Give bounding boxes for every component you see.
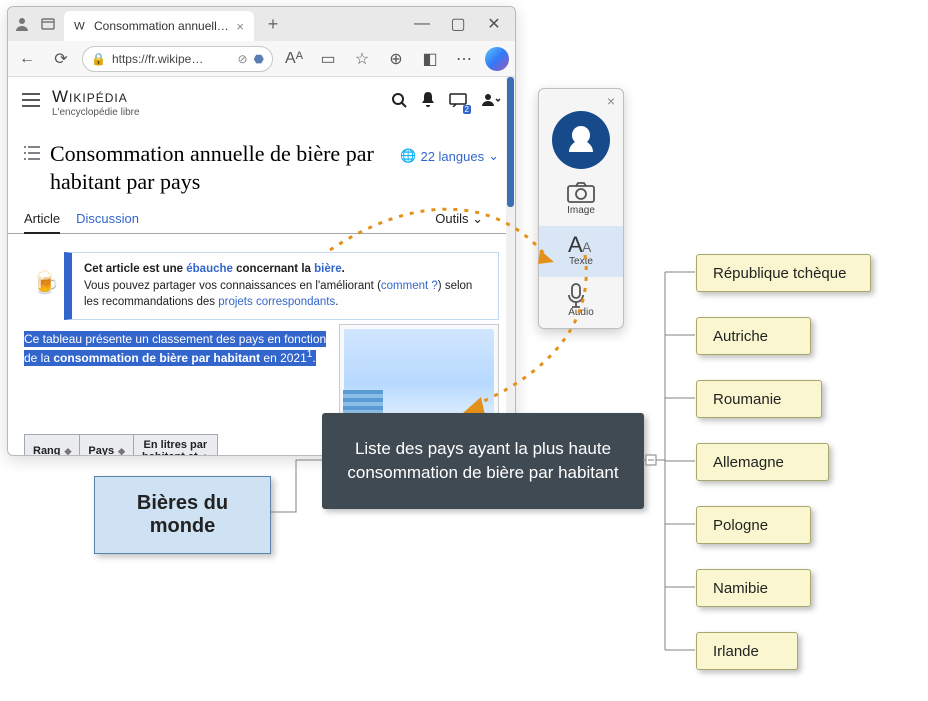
mindmap-leaf[interactable]: Namibie bbox=[696, 569, 811, 607]
address-bar[interactable]: 🔒 https://fr.wikipe… ⊘ ⬣ bbox=[82, 46, 273, 72]
window-controls: — ▢ ✕ bbox=[405, 12, 511, 36]
search-icon[interactable] bbox=[391, 92, 407, 113]
title-row: Consommation annuelle de bière par habit… bbox=[8, 124, 515, 199]
camera-icon bbox=[566, 181, 596, 203]
lock-icon: 🔒 bbox=[91, 52, 106, 66]
browser-tab[interactable]: W Consommation annuelle de bièr… × bbox=[64, 11, 254, 41]
user-menu-icon[interactable] bbox=[481, 93, 501, 112]
panel-avatar bbox=[552, 111, 610, 169]
tab-favicon-icon: W bbox=[74, 19, 88, 33]
capture-text-label: Texte bbox=[569, 256, 593, 267]
new-tab-button[interactable]: + bbox=[260, 14, 286, 35]
microphone-icon bbox=[566, 283, 596, 305]
wiki-actions: 2 bbox=[391, 92, 501, 113]
mindmap-center[interactable]: Liste des pays ayant la plus haute conso… bbox=[322, 413, 644, 509]
shopping-icon[interactable]: ⬣ bbox=[254, 52, 264, 66]
mindmap-leaf[interactable]: Irlande bbox=[696, 632, 798, 670]
connector-root-center bbox=[270, 460, 324, 515]
capture-image-label: Image bbox=[567, 205, 595, 216]
mindmap-leaf[interactable]: Pologne bbox=[696, 506, 811, 544]
th-rank[interactable]: Rang◆ bbox=[25, 435, 80, 456]
link-ebauche[interactable]: ébauche bbox=[186, 263, 233, 275]
mindmap-leaf[interactable]: Roumanie bbox=[696, 380, 822, 418]
selected-text: Ce tableau présente un classement des pa… bbox=[24, 331, 326, 366]
capture-audio-label: Audio bbox=[568, 307, 594, 318]
toc-icon[interactable] bbox=[24, 146, 40, 165]
chevron-down-icon: ⌄ bbox=[488, 148, 499, 164]
th-liters[interactable]: En litres parhabitant et◆ bbox=[134, 435, 218, 456]
map-thumbnail[interactable] bbox=[339, 324, 499, 424]
tracking-icon[interactable]: ⊘ bbox=[237, 52, 247, 66]
site-name: Wikipédia bbox=[52, 87, 140, 107]
tab-title: Consommation annuelle de bièr… bbox=[94, 19, 230, 33]
svg-text:W: W bbox=[74, 21, 85, 33]
capture-panel: × Image AA Texte Audio bbox=[538, 88, 624, 329]
more-button[interactable]: ⋯ bbox=[451, 46, 477, 72]
intro-paragraph: Ce tableau présente un classement des pa… bbox=[24, 330, 329, 424]
capture-audio-button[interactable]: Audio bbox=[539, 277, 623, 328]
page-content: Wikipédia L'encyclopédie libre 2 Consomm… bbox=[8, 77, 515, 456]
wikipedia-logo[interactable]: Wikipédia L'encyclopédie libre bbox=[52, 87, 140, 118]
browser-toolbar: ← ⟳ 🔒 https://fr.wikipe… ⊘ ⬣ Aᴬ ▭ ☆ ⊕ ◧ … bbox=[8, 41, 515, 77]
workspaces-icon[interactable] bbox=[38, 14, 58, 34]
mindmap-root[interactable]: Bières du monde bbox=[94, 476, 271, 554]
panel-close-icon[interactable]: × bbox=[539, 89, 623, 109]
language-count: 22 langues bbox=[420, 149, 484, 164]
connector-center-leaves bbox=[643, 260, 699, 665]
tab-article[interactable]: Article bbox=[24, 205, 60, 234]
reload-button[interactable]: ⟳ bbox=[48, 46, 74, 72]
sort-icon: ◆ bbox=[118, 446, 125, 456]
page-title: Consommation annuelle de bière par habit… bbox=[50, 140, 390, 195]
url-text: https://fr.wikipe… bbox=[112, 52, 232, 66]
text-size-button[interactable]: Aᴬ bbox=[281, 46, 307, 72]
translate-icon: 🌐 bbox=[400, 148, 416, 164]
scrollbar-thumb[interactable] bbox=[507, 77, 514, 207]
split-screen-button[interactable]: ◧ bbox=[417, 46, 443, 72]
svg-text:A: A bbox=[568, 232, 583, 257]
menu-icon[interactable] bbox=[22, 93, 42, 112]
reader-button[interactable]: ▭ bbox=[315, 46, 341, 72]
site-tagline: L'encyclopédie libre bbox=[52, 107, 140, 118]
link-comment[interactable]: comment ? bbox=[381, 280, 438, 292]
capture-image-button[interactable]: Image bbox=[539, 175, 623, 226]
th-country[interactable]: Pays◆ bbox=[80, 435, 134, 456]
minimize-button[interactable]: — bbox=[405, 12, 439, 36]
scrollbar[interactable] bbox=[506, 77, 515, 456]
mindmap-leaf[interactable]: Autriche bbox=[696, 317, 811, 355]
tab-close-icon[interactable]: × bbox=[236, 19, 244, 34]
extensions-button[interactable]: ⊕ bbox=[383, 46, 409, 72]
favorite-button[interactable]: ☆ bbox=[349, 46, 375, 72]
sort-icon: ◆ bbox=[65, 446, 72, 456]
wiki-tabs: Article Discussion Outils ⌄ bbox=[8, 199, 515, 234]
link-biere[interactable]: bière bbox=[314, 263, 342, 275]
mindmap-leaf[interactable]: République tchèque bbox=[696, 254, 871, 292]
browser-window: W Consommation annuelle de bièr… × + — ▢… bbox=[7, 6, 516, 456]
tab-tools[interactable]: Outils ⌄ bbox=[435, 205, 483, 233]
wiki-header: Wikipédia L'encyclopédie libre 2 bbox=[8, 77, 515, 124]
profile-icon[interactable] bbox=[12, 14, 32, 34]
article-body: Ce tableau présente un classement des pa… bbox=[8, 330, 515, 424]
talk-icon[interactable]: 2 bbox=[449, 93, 467, 112]
capture-text-button[interactable]: AA Texte bbox=[539, 226, 623, 277]
talk-badge: 2 bbox=[463, 105, 471, 114]
svg-text:A: A bbox=[582, 239, 592, 255]
close-button[interactable]: ✕ bbox=[477, 12, 511, 36]
tab-discussion[interactable]: Discussion bbox=[76, 205, 139, 233]
copilot-icon[interactable] bbox=[485, 47, 509, 71]
link-projects[interactable]: projets correspondants bbox=[218, 296, 335, 308]
beer-icon: 🍺 bbox=[32, 267, 59, 299]
mindmap-leaf[interactable]: Allemagne bbox=[696, 443, 829, 481]
text-icon: AA bbox=[566, 232, 596, 254]
sort-icon: ◆ bbox=[202, 452, 209, 456]
back-button[interactable]: ← bbox=[14, 46, 40, 72]
notifications-icon[interactable] bbox=[421, 92, 435, 113]
maximize-button[interactable]: ▢ bbox=[441, 12, 475, 36]
language-selector[interactable]: 🌐 22 langues ⌄ bbox=[400, 148, 499, 164]
stub-notice: 🍺 Cet article est une ébauche concernant… bbox=[64, 252, 499, 320]
browser-titlebar: W Consommation annuelle de bièr… × + — ▢… bbox=[8, 7, 515, 41]
ranking-table: Rang◆ Pays◆ En litres parhabitant et◆ bbox=[24, 434, 218, 456]
